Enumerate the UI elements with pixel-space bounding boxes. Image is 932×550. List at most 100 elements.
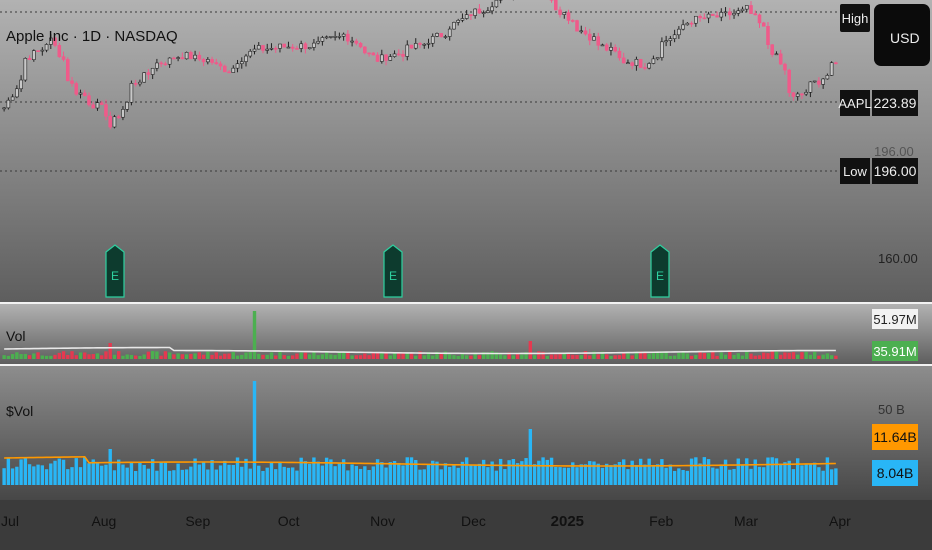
- volume-bar: [244, 352, 248, 359]
- dollar-volume-bar: [57, 458, 61, 485]
- dollar-volume-bar: [655, 464, 660, 485]
- volume-bar: [456, 355, 460, 359]
- earnings-marker-1[interactable]: E: [105, 244, 125, 298]
- dollar-volume-bar: [27, 464, 32, 485]
- currency-button[interactable]: USD: [874, 4, 930, 66]
- volume-bar: [53, 354, 57, 359]
- candle-body: [630, 62, 634, 66]
- volume-ma-label: 51.97M: [872, 309, 918, 329]
- candle-body: [129, 83, 134, 103]
- time-axis-label: 2025: [551, 513, 584, 530]
- volume-bar: [257, 353, 261, 359]
- candle-body: [613, 47, 617, 52]
- dollar-volume-bar: [609, 465, 613, 485]
- dollar-volume-bar: [698, 463, 702, 485]
- volume-bar: [129, 354, 134, 359]
- candle-body: [617, 50, 622, 59]
- candle-body: [473, 8, 477, 16]
- dollar-volume-bar: [507, 460, 511, 485]
- volume-bar: [265, 354, 269, 359]
- volume-bar: [477, 355, 482, 359]
- volume-bar: [83, 352, 87, 359]
- candle-body: [65, 59, 70, 82]
- candle-body: [694, 15, 698, 24]
- dollar-volume-bar: [176, 463, 180, 485]
- dollar-volume-bar: [702, 457, 707, 485]
- candle-body: [371, 52, 376, 56]
- candle-body: [99, 102, 104, 105]
- volume-bar: [719, 352, 723, 359]
- volume-bar: [167, 352, 172, 359]
- volume-bar: [240, 354, 244, 359]
- dollar-volume-bar: [706, 459, 711, 485]
- candle-body: [643, 67, 647, 69]
- candle: [65, 57, 70, 82]
- volume-bar: [562, 353, 566, 359]
- volume-bar: [762, 352, 766, 359]
- volume-bar: [121, 355, 125, 359]
- volume-bar: [189, 353, 193, 359]
- price-pane[interactable]: [0, 0, 932, 302]
- volume-last-label: 35.91M: [872, 341, 918, 361]
- candle-body: [719, 12, 724, 18]
- candle-body: [108, 115, 112, 128]
- volume-bar: [354, 355, 359, 359]
- dollar-volume-bar: [129, 462, 134, 485]
- candle-body: [439, 33, 444, 37]
- dollar-volume-bar: [206, 469, 210, 485]
- earnings-marker-label: E: [389, 269, 397, 283]
- volume-bar: [808, 354, 813, 359]
- candle-body: [795, 93, 800, 97]
- candle-body: [447, 28, 452, 37]
- candle-body: [74, 83, 79, 95]
- high-label: High: [840, 4, 870, 32]
- dollar-volume-bar: [125, 467, 129, 485]
- volume-bar: [320, 354, 325, 359]
- volume-bar: [702, 353, 707, 359]
- volume-bar: [825, 353, 830, 359]
- dollar-volume-bar: [184, 469, 189, 485]
- candle: [409, 44, 414, 49]
- candle-body: [812, 80, 817, 83]
- earnings-marker-2[interactable]: E: [383, 244, 403, 298]
- dollar-volume-bar: [579, 464, 583, 485]
- candle: [494, 0, 499, 8]
- candle: [711, 13, 715, 16]
- time-axis-label: Aug: [91, 513, 116, 529]
- candle-body: [316, 41, 320, 44]
- dollar-volume-bar: [371, 466, 376, 485]
- dollar-volume-last-label: 8.04B: [872, 460, 918, 486]
- candle-body: [239, 61, 244, 65]
- dollar-volume-bar: [503, 469, 507, 485]
- volume-bar: [159, 355, 163, 359]
- chart-canvas[interactable]: E E E Apple Inc · 1D · NASDAQ Vol $Vol H…: [0, 0, 932, 550]
- dollar-volume-bar: [647, 458, 651, 485]
- volume-bar: [503, 355, 507, 359]
- volume-bar: [23, 353, 28, 359]
- volume-bar: [278, 351, 282, 359]
- candle-body: [227, 71, 231, 74]
- candle-body: [401, 54, 405, 57]
- earnings-marker-3[interactable]: E: [650, 244, 670, 298]
- dollar-volume-bar: [401, 465, 405, 485]
- candle-body: [299, 43, 303, 49]
- candle-body: [672, 34, 677, 39]
- volume-bar: [193, 353, 197, 359]
- dollar-volume-bar: [783, 462, 787, 485]
- volume-bar: [40, 355, 45, 359]
- candle-body: [91, 104, 96, 109]
- volume-bar: [834, 355, 838, 359]
- candle-body: [821, 78, 825, 85]
- candle-body: [706, 13, 711, 19]
- candle: [435, 32, 439, 38]
- candle-body: [201, 58, 206, 63]
- candle-body: [744, 5, 749, 10]
- candle-body: [787, 69, 791, 94]
- volume-bar: [817, 355, 821, 359]
- dollar-volume-bar: [397, 462, 401, 485]
- candle: [638, 58, 643, 69]
- volume-bar: [558, 353, 562, 359]
- volume-bar: [753, 355, 757, 359]
- candle-body: [392, 53, 397, 57]
- volume-bar: [829, 355, 834, 359]
